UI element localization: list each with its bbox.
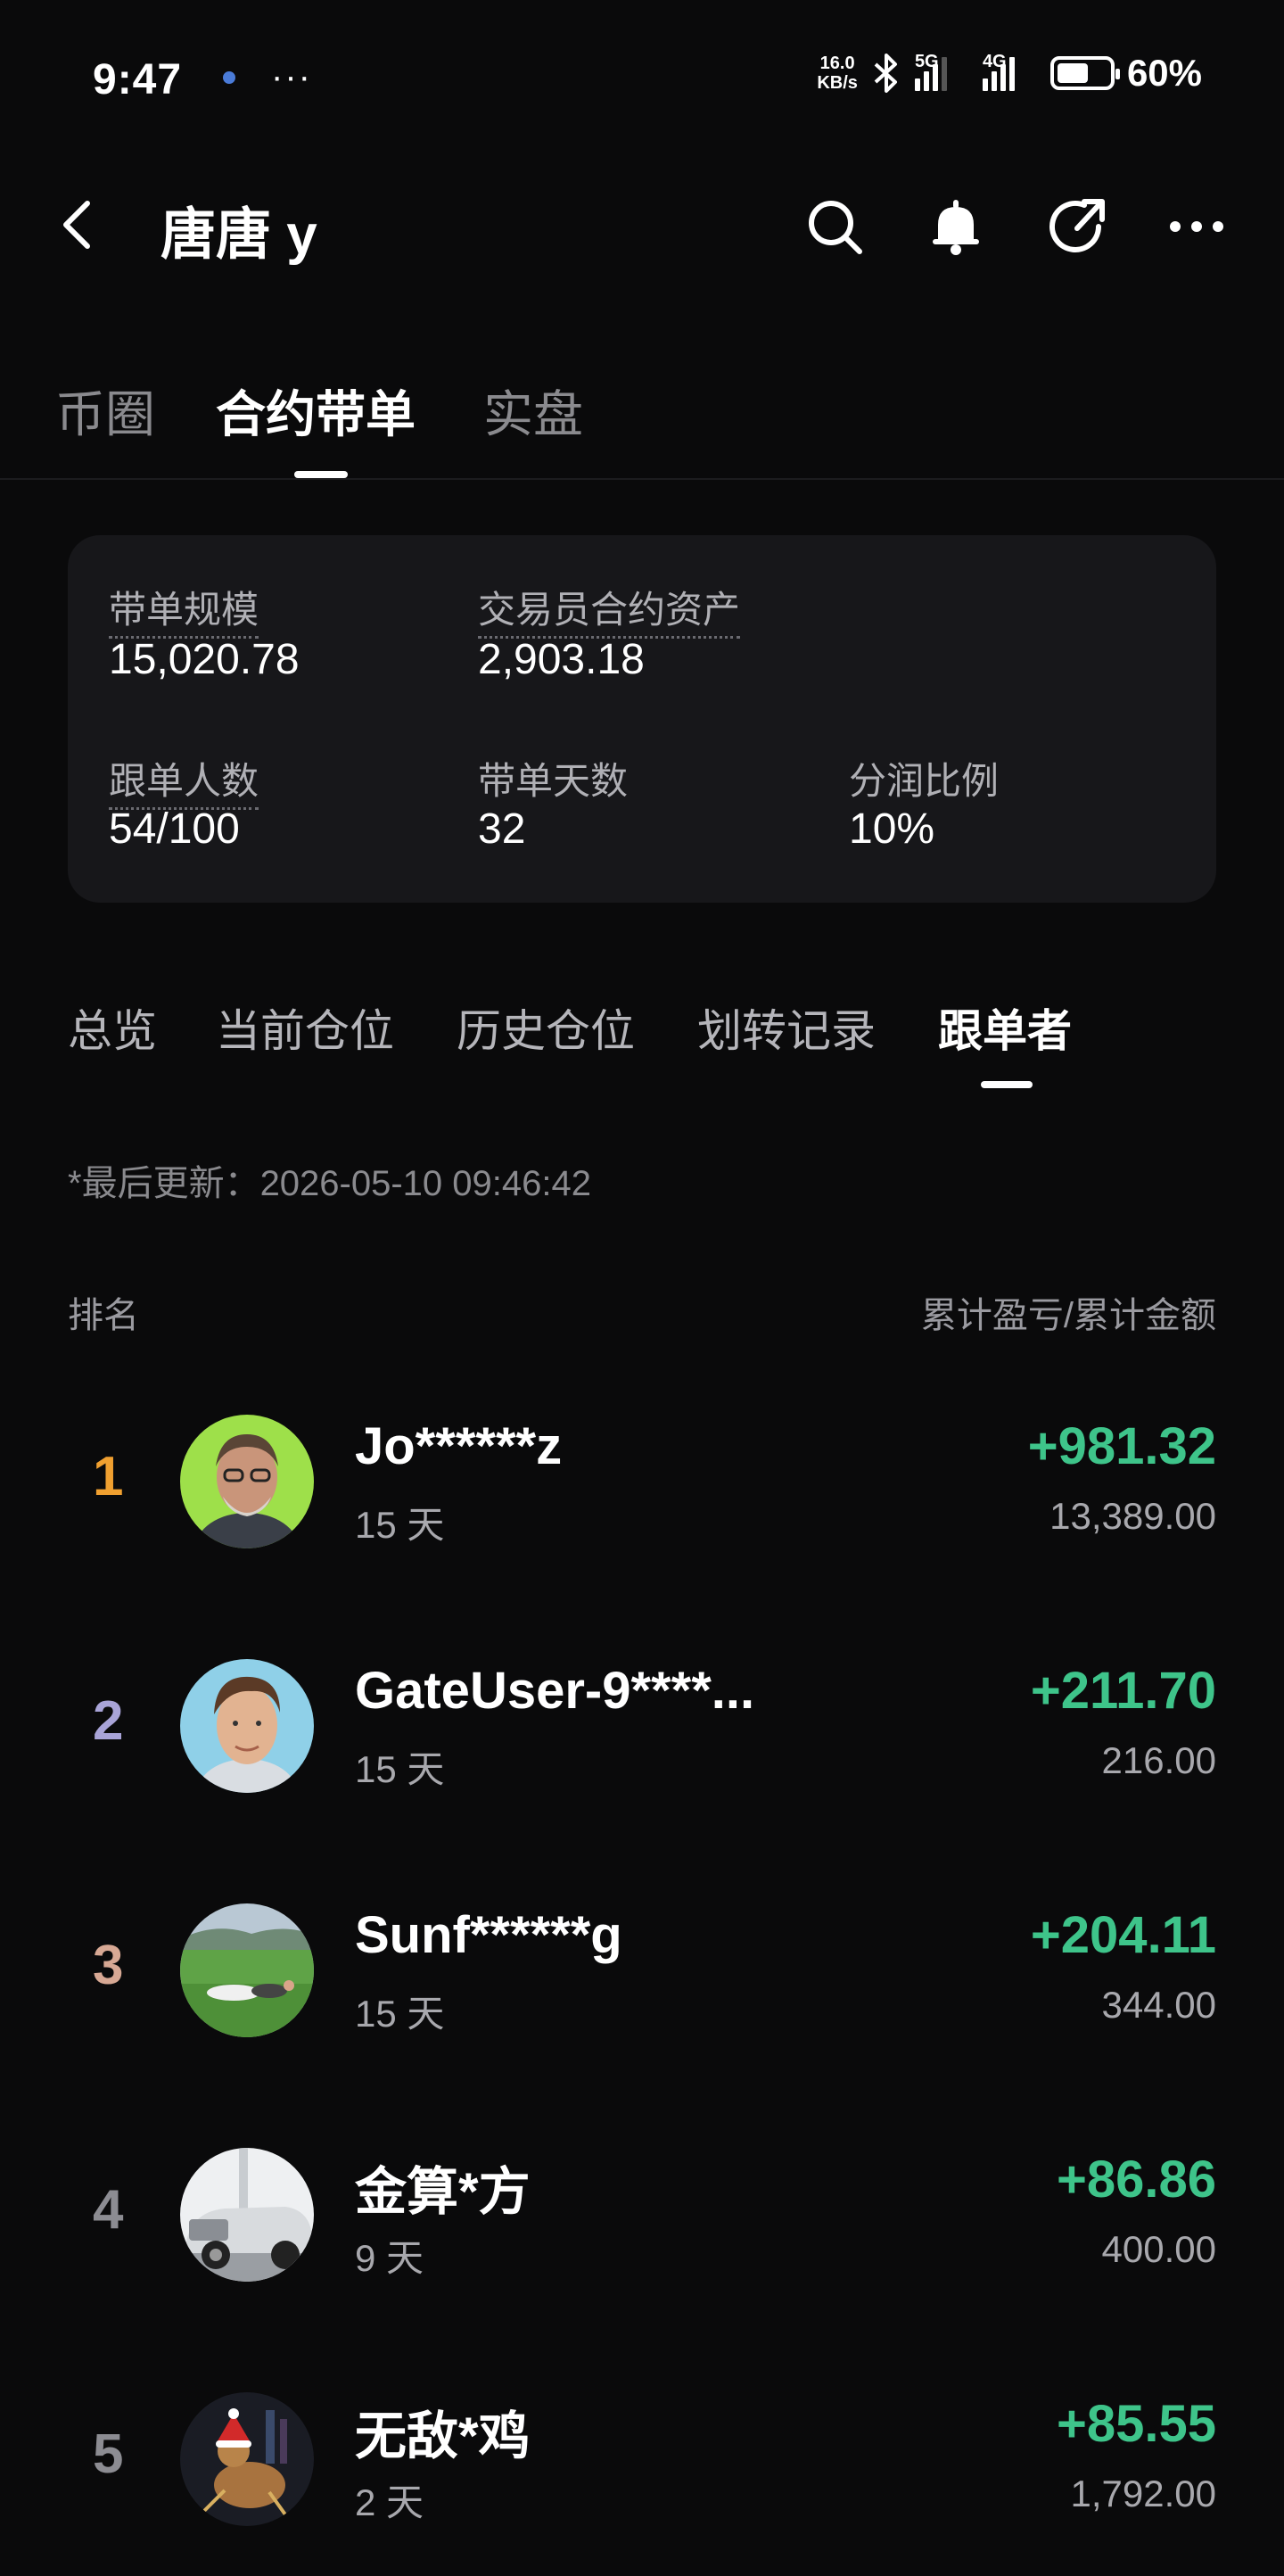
status-indicators: 16.0 KB/s 5G 4G 60% xyxy=(817,52,1202,95)
follower-days: 15 天 xyxy=(355,1993,445,2035)
follower-days: 15 天 xyxy=(355,1504,445,1546)
tab-active-indicator xyxy=(294,471,348,478)
follower-pnl: +86.86 xyxy=(1056,2151,1216,2209)
trader-assets-label[interactable]: 交易员合约资产 xyxy=(478,580,741,639)
tab-copy-trading[interactable]: 合约带单 xyxy=(216,375,416,447)
battery-percent: 60% xyxy=(1126,52,1202,94)
rank-number: 1 xyxy=(93,1446,124,1507)
lead-days-label: 带单天数 xyxy=(478,760,629,802)
back-icon[interactable] xyxy=(59,198,95,252)
rank-number: 5 xyxy=(93,2423,124,2485)
page-title: 唐唐 y xyxy=(160,204,317,266)
more-icon[interactable] xyxy=(1165,194,1229,259)
battery-icon xyxy=(1049,56,1120,90)
scale-label[interactable]: 带单规模 xyxy=(109,580,259,639)
follower-amount: 1,792.00 xyxy=(1070,2473,1217,2514)
rank-number: 4 xyxy=(93,2179,124,2241)
follower-pnl: +211.70 xyxy=(1030,1662,1216,1720)
status-more-indicator: ··· xyxy=(271,57,312,96)
bell-icon[interactable] xyxy=(924,194,988,259)
rank-number: 3 xyxy=(93,1935,124,1996)
follower-name: Sunf******g xyxy=(355,1906,622,1964)
bluetooth-icon xyxy=(874,54,897,93)
scale-value: 15,020.78 xyxy=(109,636,300,683)
last-update-text: *最后更新：2026-05-10 09:46:42 xyxy=(68,1164,591,1203)
followers-label[interactable]: 跟单人数 xyxy=(109,751,259,810)
follower-name: 金算*方 xyxy=(355,2163,531,2221)
follower-amount: 13,389.00 xyxy=(1049,1495,1216,1537)
follower-amount: 344.00 xyxy=(1101,1984,1216,2026)
followers-value: 54/100 xyxy=(109,805,240,853)
follower-amount: 400.00 xyxy=(1101,2228,1216,2270)
follower-row[interactable]: 1 Jo******z 15 天 +981.32 13,389.00 xyxy=(0,1409,1284,1552)
follower-name: 无敌*鸡 xyxy=(355,2407,531,2465)
follower-pnl: +204.11 xyxy=(1030,1906,1216,1964)
follower-pnl: +85.55 xyxy=(1056,2395,1216,2453)
subtab-current-positions[interactable]: 当前仓位 xyxy=(216,995,394,1060)
avatar xyxy=(180,1659,314,1793)
profit-share-value: 10% xyxy=(849,805,935,853)
pnl-column-header: 累计盈亏/累计金额 xyxy=(920,1296,1216,1335)
tab-coin-circle[interactable]: 币圈 xyxy=(55,375,155,447)
avatar xyxy=(180,2148,314,2282)
signal-icon: 4G xyxy=(982,52,1038,91)
avatar xyxy=(180,2392,314,2526)
avatar xyxy=(180,1415,314,1548)
follower-row[interactable]: 2 GateUser-9****... 15 天 +211.70 216.00 xyxy=(0,1654,1284,1796)
status-time: 9:47 xyxy=(93,56,183,103)
subtab-active-indicator xyxy=(981,1081,1033,1088)
follower-days: 9 天 xyxy=(355,2237,424,2279)
location-dot-icon xyxy=(223,71,235,84)
signal-icon: 5G xyxy=(914,52,970,91)
subtab-transfer-records[interactable]: 划转记录 xyxy=(697,995,876,1060)
follower-row[interactable]: 3 Sunf******g 15 天 +204.11 344.00 xyxy=(0,1898,1284,2041)
subtab-followers[interactable]: 跟单者 xyxy=(938,995,1072,1060)
follower-amount: 216.00 xyxy=(1101,1739,1216,1781)
subtab-overview[interactable]: 总览 xyxy=(68,995,157,1060)
follower-pnl: +981.32 xyxy=(1027,1417,1216,1475)
follower-name: GateUser-9****... xyxy=(355,1662,755,1720)
tab-live[interactable]: 实盘 xyxy=(483,375,583,447)
subtab-history-positions[interactable]: 历史仓位 xyxy=(457,995,635,1060)
follower-row[interactable]: 4 金算*方 9 天 +86.86 400.00 xyxy=(0,2143,1284,2285)
battery-fill xyxy=(1057,63,1088,83)
follower-days: 2 天 xyxy=(355,2481,424,2523)
search-icon[interactable] xyxy=(802,194,867,259)
rank-number: 2 xyxy=(93,1690,124,1752)
net-speed: 16.0 KB/s xyxy=(817,54,858,93)
rank-column-header: 排名 xyxy=(68,1296,139,1335)
avatar xyxy=(180,1903,314,2037)
lead-days-value: 32 xyxy=(478,805,526,853)
follower-name: Jo******z xyxy=(355,1417,563,1475)
share-icon[interactable] xyxy=(1045,194,1109,259)
trader-assets-value: 2,903.18 xyxy=(478,636,645,683)
follower-row[interactable]: 5 无敌*鸡 2 天 +85.55 1,792.00 xyxy=(0,2387,1284,2530)
tabs-divider xyxy=(0,478,1284,480)
follower-days: 15 天 xyxy=(355,1748,445,1790)
profit-share-label: 分润比例 xyxy=(849,760,1000,802)
